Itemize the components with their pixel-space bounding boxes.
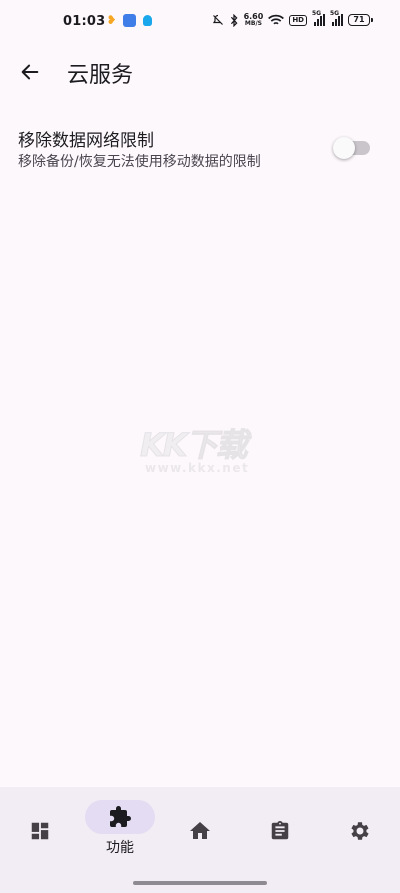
back-button[interactable] — [10, 52, 50, 92]
home-icon — [190, 822, 210, 839]
app-icon — [123, 14, 136, 27]
nav-item-features[interactable]: 功能 — [80, 787, 160, 867]
nav-pill — [325, 814, 395, 848]
extension-icon — [110, 806, 131, 827]
bottom-navigation: 功能 — [0, 787, 400, 893]
mute-icon — [212, 12, 224, 28]
nav-pill — [5, 814, 75, 848]
nav-pill — [165, 814, 235, 848]
sim2-label: 5G — [330, 10, 340, 17]
setting-remove-data-limit[interactable]: 移除数据网络限制 移除备份/恢复无法使用移动数据的限制 — [0, 118, 400, 178]
clipboard-icon — [271, 820, 289, 840]
notification-icons: ❥ — [105, 14, 154, 27]
dashboard-icon — [31, 822, 49, 840]
nav-label-features: 功能 — [106, 840, 134, 856]
remove-data-limit-toggle[interactable] — [333, 137, 371, 159]
nav-pill-active — [85, 800, 155, 834]
battery-icon: 71 — [348, 14, 373, 26]
cloud-service-screen: 01:03 ❥ 6.60 MB/S HD 5G 5G 71 云服务 移除数据网络… — [0, 0, 400, 893]
setting-title: 移除数据网络限制 — [18, 131, 154, 151]
gear-icon — [351, 822, 369, 840]
nav-item-dashboard[interactable] — [0, 787, 80, 867]
watermark-logo: KK下载 www.kkx.net — [140, 420, 270, 482]
status-time: 01:03 — [63, 14, 106, 29]
wifi-icon — [268, 12, 285, 28]
nav-item-clipboard[interactable] — [240, 787, 320, 867]
signal-sim2-icon: 5G — [330, 10, 343, 26]
net-speed: 6.60 MB/S — [244, 12, 264, 28]
status-indicators: 6.60 MB/S HD 5G 5G 71 — [212, 10, 373, 28]
status-bar: 01:03 ❥ 6.60 MB/S HD 5G 5G 71 — [0, 0, 400, 44]
nav-pill — [245, 814, 315, 848]
page-title: 云服务 — [67, 63, 134, 88]
arrow-left-icon — [21, 64, 39, 80]
net-speed-unit: MB/S — [244, 20, 262, 27]
heart-icon: ❥ — [106, 13, 117, 27]
signal-sim1-icon: 5G — [312, 10, 325, 26]
app-bar: 云服务 — [0, 44, 400, 100]
qq-icon — [141, 14, 154, 27]
bluetooth-icon — [229, 12, 239, 28]
gesture-handle[interactable] — [133, 881, 267, 885]
nav-item-home[interactable] — [160, 787, 240, 867]
watermark-url: www.kkx.net — [145, 461, 250, 475]
sim1-label: 5G — [312, 10, 322, 17]
toggle-thumb — [333, 137, 355, 159]
nav-item-settings[interactable] — [320, 787, 400, 867]
setting-description: 移除备份/恢复无法使用移动数据的限制 — [18, 154, 261, 170]
hd-badge: HD — [289, 14, 307, 26]
watermark-main: KK下载 — [140, 426, 249, 465]
